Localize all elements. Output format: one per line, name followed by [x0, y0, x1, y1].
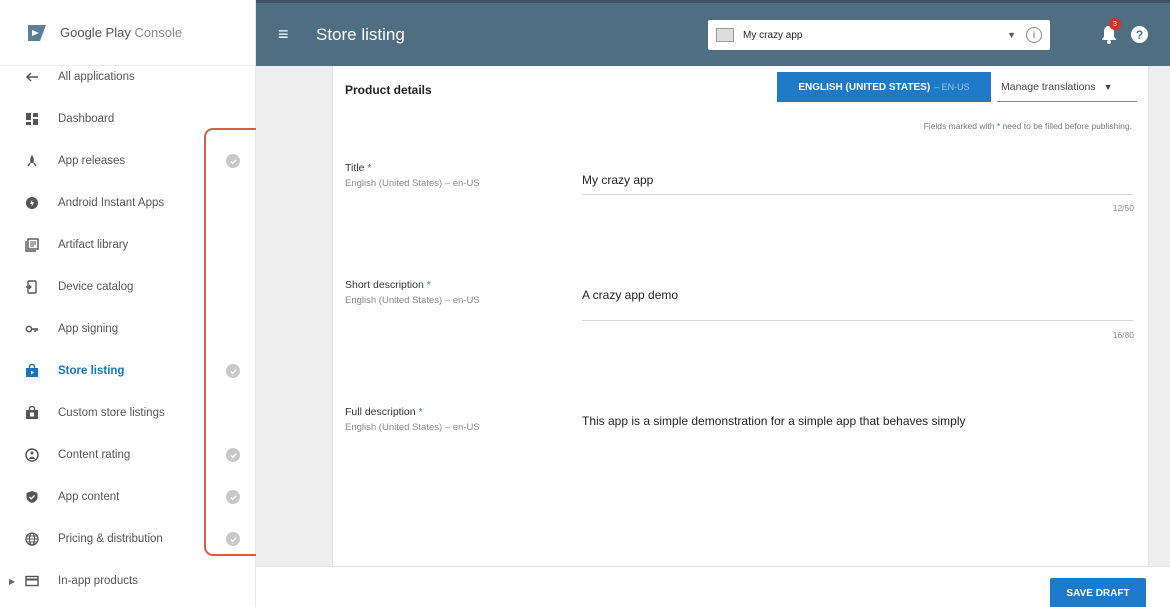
sidebar-item-label: Dashboard: [58, 113, 115, 125]
page-title: Store listing: [316, 24, 405, 44]
sidebar-item-label: App releases: [58, 155, 126, 167]
caret-right-icon[interactable]: ▶: [9, 577, 15, 586]
short-description-char-count: 16/80: [1112, 330, 1134, 340]
main-content: Product details ENGLISH (UNITED STATES) …: [256, 66, 1170, 607]
sidebar-item-label: App signing: [58, 323, 119, 335]
sidebar-item-label: Store listing: [58, 365, 125, 377]
library-icon: [24, 237, 40, 253]
sidebar-item-label: Device catalog: [58, 281, 134, 293]
rocket-icon: [24, 153, 40, 169]
save-draft-button[interactable]: SAVE DRAFT: [1050, 578, 1146, 607]
app-selector-value: My crazy app: [743, 29, 803, 41]
notification-badge: 3: [1109, 18, 1121, 30]
topbar: ≡ Store listing My crazy app ▼ i 3 ?: [256, 0, 1170, 66]
manage-translations-label: Manage translations: [1001, 80, 1096, 93]
instant-app-icon: [24, 195, 40, 211]
content-rating-icon: [24, 447, 40, 463]
sidebar-item-in-app-products[interactable]: ▶ In-app products: [0, 560, 256, 602]
card-title: Product details: [345, 83, 432, 97]
play-console-logo-icon: [28, 24, 46, 41]
globe-icon: [24, 531, 40, 547]
short-description-input[interactable]: A crazy app demo: [582, 288, 678, 302]
language-code: – EN-US: [934, 82, 970, 92]
dashboard-icon: [24, 111, 40, 127]
app-thumbnail-icon: [716, 28, 734, 42]
sidebar-item-label: All applications: [58, 71, 135, 83]
sidebar-item-label: Artifact library: [58, 239, 129, 251]
footer-bar: [256, 566, 1170, 607]
full-description-input[interactable]: This app is a simple demonstration for a…: [582, 414, 966, 428]
arrow-left-icon: [24, 69, 40, 85]
short-description-label: Short description *: [345, 279, 431, 291]
store-outline-icon: [24, 405, 40, 421]
product-details-card: Product details ENGLISH (UNITED STATES) …: [333, 66, 1148, 566]
app-selector[interactable]: My crazy app ▼ i: [708, 20, 1050, 50]
card-icon: [24, 573, 40, 589]
short-description-sublabel: English (United States) – en-US: [345, 295, 480, 306]
brand-name: Google Play Console: [60, 25, 183, 40]
sidebar: Google Play Console All applications Das…: [0, 0, 277, 607]
store-icon: [24, 363, 40, 379]
title-label: Title *: [345, 162, 372, 174]
language-button[interactable]: ENGLISH (UNITED STATES) – EN-US: [777, 72, 991, 102]
full-description-sublabel: English (United States) – en-US: [345, 422, 480, 433]
device-icon: [24, 279, 40, 295]
title-sublabel: English (United States) – en-US: [345, 178, 480, 189]
required-note: Fields marked with * need to be filled b…: [923, 121, 1132, 131]
chevron-down-icon: ▼: [1007, 30, 1016, 40]
sidebar-item-label: Pricing & distribution: [58, 533, 163, 545]
language-button-label: ENGLISH (UNITED STATES): [798, 81, 931, 93]
sidebar-item-all-applications[interactable]: All applications: [0, 56, 256, 98]
title-char-count: 12/50: [1112, 203, 1134, 213]
help-icon[interactable]: ?: [1131, 26, 1148, 43]
manage-translations-dropdown[interactable]: Manage translations ▼: [997, 72, 1137, 102]
menu-icon[interactable]: ≡: [278, 24, 296, 45]
short-description-underline: [582, 320, 1133, 321]
info-icon[interactable]: i: [1026, 27, 1042, 43]
shield-icon: [24, 489, 40, 505]
chevron-down-icon: ▼: [1103, 81, 1113, 92]
sidebar-item-label: Content rating: [58, 449, 131, 461]
sidebar-item-label: Android Instant Apps: [58, 197, 165, 209]
title-underline: [582, 194, 1133, 195]
sidebar-item-label: App content: [58, 491, 120, 503]
full-description-label: Full description *: [345, 406, 423, 418]
key-icon: [24, 321, 40, 337]
sidebar-item-label: In-app products: [58, 575, 138, 587]
title-input[interactable]: My crazy app: [582, 173, 653, 187]
sidebar-item-label: Custom store listings: [58, 407, 165, 419]
